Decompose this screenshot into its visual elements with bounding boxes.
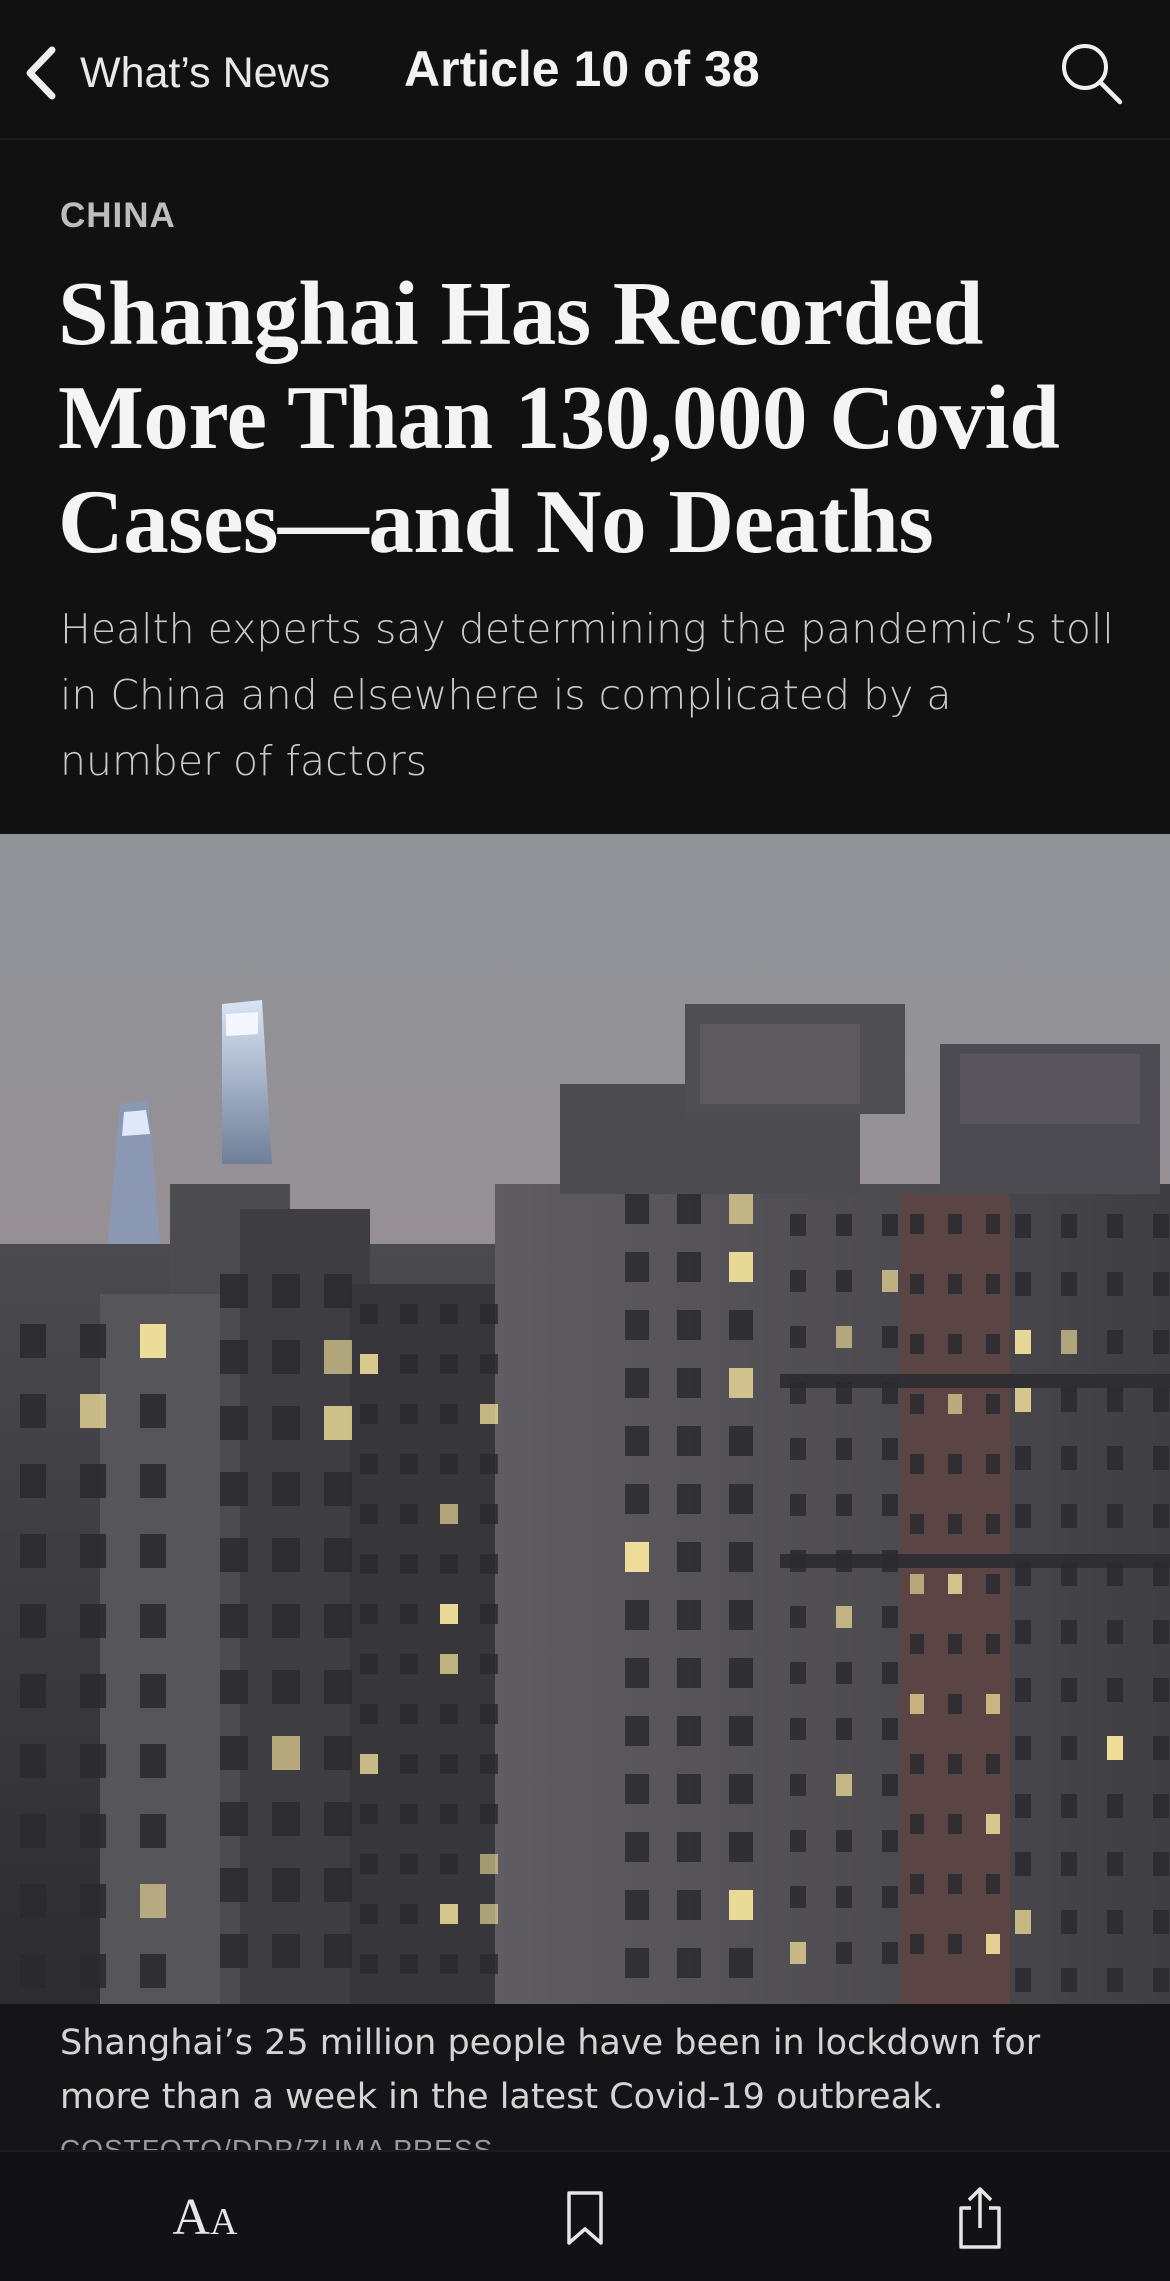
share-icon — [959, 2186, 1001, 2249]
article-counter: Article 10 of 38 — [404, 41, 760, 97]
bookmark-icon — [567, 2190, 603, 2245]
back-button[interactable]: What’s News — [22, 38, 330, 108]
section-label[interactable]: CHINA — [60, 196, 176, 236]
chevron-left-icon — [26, 46, 56, 100]
article-headline: Shanghai Has Recorded More Than 130,000 … — [58, 263, 1060, 572]
bottom-toolbar: AA — [0, 2150, 1170, 2281]
bookmark-button[interactable] — [525, 2152, 645, 2281]
text-size-icon: AA — [172, 2189, 238, 2246]
text-size-button[interactable]: AA — [120, 2152, 290, 2281]
photo-caption: Shanghai’s 25 million people have been i… — [60, 2023, 1041, 2117]
article-dek: Health experts say determining the pande… — [60, 605, 1114, 785]
search-icon[interactable] — [1058, 40, 1124, 106]
photo-caption-area: Shanghai’s 25 million people have been i… — [0, 2004, 1170, 2150]
share-button[interactable] — [920, 2152, 1040, 2281]
top-nav-bar: What’s News Article 10 of 38 — [0, 0, 1170, 140]
back-button-label: What’s News — [80, 48, 331, 97]
city-photo-image — [0, 834, 1170, 2004]
article-photo[interactable] — [0, 834, 1170, 2004]
photo-credit: COSTFOTO/DDP/ZUMA PRESS — [60, 2134, 494, 2150]
